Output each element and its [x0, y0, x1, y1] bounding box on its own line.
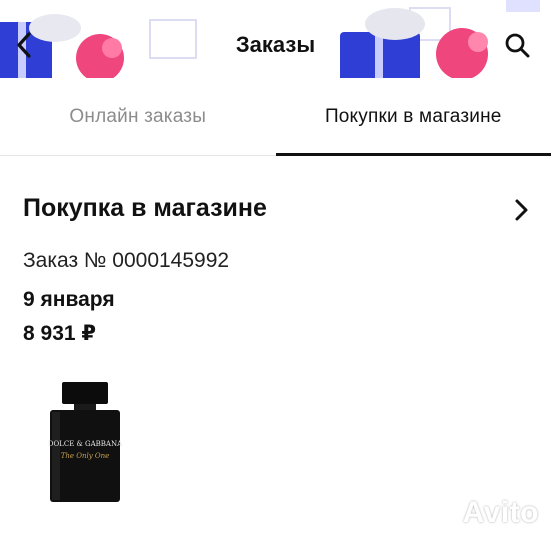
order-number: Заказ № 0000145992	[23, 249, 230, 272]
avito-logo-icon	[430, 499, 456, 525]
order-card-title: Покупка в магазине	[23, 194, 267, 222]
chevron-right-icon	[515, 199, 528, 221]
orders-tabs: Онлайн заказы Покупки в магазине	[0, 78, 551, 156]
search-icon	[505, 33, 530, 58]
order-date: 9 января	[23, 288, 115, 311]
order-card[interactable]: Покупка в магазине Заказ № 0000145992 9 …	[0, 156, 551, 540]
search-button[interactable]	[499, 27, 535, 63]
avito-watermark-text: Avito	[462, 496, 539, 529]
tab-store-purchases[interactable]: Покупки в магазине	[275, 78, 551, 156]
product-brand-label: DOLCE & GABBANA	[48, 440, 123, 448]
page-title: Заказы	[235, 32, 316, 57]
top-bar: Заказы	[0, 0, 551, 78]
product-name-label: The Only One	[61, 452, 110, 460]
product-image-perfume: DOLCE & GABBANA The Only One	[48, 382, 123, 502]
tab-online-orders[interactable]: Онлайн заказы	[0, 78, 276, 155]
order-sum: 8 931 ₽	[23, 322, 96, 345]
avito-watermark: Avito	[429, 496, 539, 530]
